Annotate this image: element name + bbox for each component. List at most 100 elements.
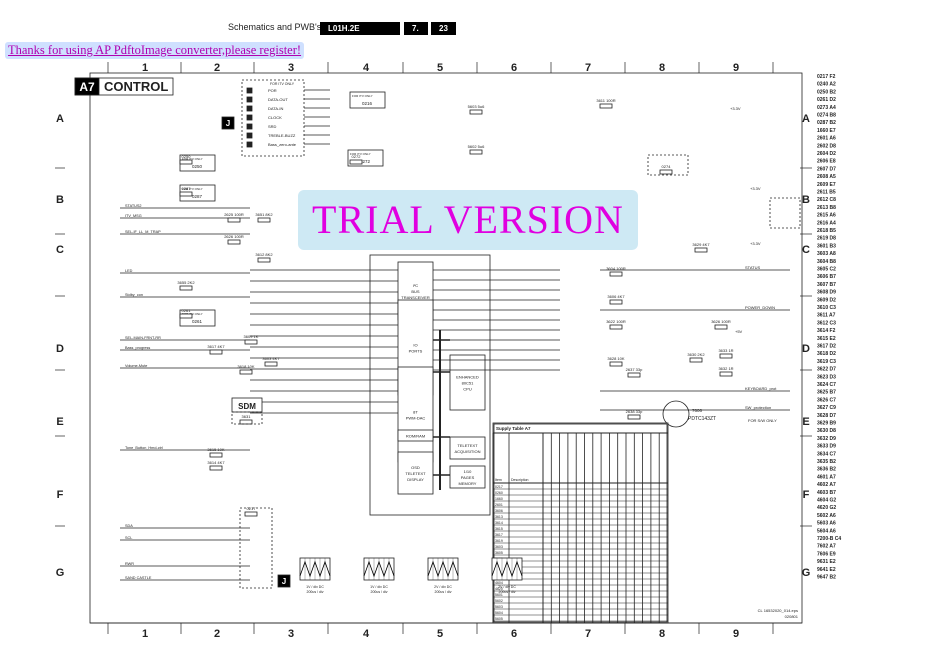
reference-item: 3619 C3	[817, 359, 836, 365]
reference-item: 2604 D2	[817, 151, 836, 157]
pin	[246, 132, 253, 139]
left-signal-label: ITV_MSG	[125, 214, 142, 218]
resistor	[179, 313, 193, 319]
resistor	[609, 324, 623, 330]
row-label-right-C: C	[802, 244, 810, 256]
reference-item: 0274 B8	[817, 113, 836, 119]
reference-item: 0250 B2	[817, 89, 836, 95]
reference-item: 3633 D9	[817, 444, 836, 450]
row-label-F: F	[57, 489, 64, 501]
reference-item: 3615 E2	[817, 336, 836, 342]
reference-item: 1660 E7	[817, 128, 836, 134]
left-signal-label: Stdby_con	[125, 293, 143, 297]
column-label-3: 3	[288, 62, 294, 74]
block-label: TRANSCEIVER	[401, 295, 430, 300]
pin	[246, 87, 253, 94]
reference-item: 2618 B5	[817, 228, 836, 234]
component-label: 3655 2K2	[177, 280, 195, 285]
table-row-item: 3605	[495, 551, 503, 555]
row-label-right-E: E	[802, 416, 809, 428]
column-label-bottom-9: 9	[733, 628, 739, 640]
reference-item: 5604 A6	[817, 528, 836, 534]
part-label: 0287	[192, 194, 203, 199]
connector-0217	[239, 507, 273, 589]
resistor	[609, 271, 623, 277]
block-label: CPU	[463, 387, 472, 392]
column-label-bottom-3: 3	[288, 628, 294, 640]
reference-item: 2608 A5	[817, 174, 836, 180]
reference-item: 3630 D8	[817, 428, 836, 434]
component-label: 5602 5u6	[468, 144, 485, 149]
resistor	[179, 159, 193, 165]
pin	[246, 96, 253, 103]
footer-date: 020801	[785, 614, 799, 619]
component-label: 3618 10K	[237, 364, 254, 369]
left-signal-label: Tone_Button_Hmd-ctrl	[125, 446, 163, 450]
connector-signal-label: POR	[268, 88, 277, 93]
component-label: 3612 8K2	[255, 252, 273, 257]
reference-item: 0287 B2	[817, 120, 836, 126]
scope-label: 200us / div	[307, 590, 324, 594]
connector-signal-label: DATA-OUT	[268, 97, 288, 102]
reference-item: 3618 D2	[817, 351, 836, 357]
component-label: 2637 33p	[626, 367, 643, 372]
transistor-type: PDTC143ZT	[688, 416, 716, 422]
row-label-G: G	[56, 567, 65, 579]
table-row-item: 5602	[495, 599, 503, 603]
reference-item: 3612 C3	[817, 320, 836, 326]
resistor	[227, 239, 241, 245]
table-title: Supply Table A7	[496, 426, 531, 431]
component-label: 3651 8K2	[255, 212, 273, 217]
component-label: 0274	[662, 164, 672, 169]
resistor	[609, 299, 623, 305]
connector-signal-label: DATA-IN	[268, 106, 284, 111]
component-label: 3606 4K7	[607, 294, 625, 299]
connector-signal-label: SRD	[268, 124, 277, 129]
reference-item: 3611 A7	[817, 313, 836, 319]
reference-item: 0261 D2	[817, 97, 836, 103]
resistor	[689, 357, 703, 363]
reference-item: 3624 C7	[817, 382, 836, 388]
scope-label: 1V / div DC	[306, 585, 324, 589]
left-signal-label: SCL	[125, 536, 132, 540]
resistor	[209, 349, 223, 355]
reference-item: 2602 D8	[817, 143, 836, 149]
block-label: DISPLAY	[407, 477, 424, 482]
component-label: 0217	[247, 506, 257, 511]
scope-label: 200us / div	[499, 590, 516, 594]
left-signal-label: LED	[125, 269, 133, 273]
table-header-item: Item	[495, 478, 502, 482]
reference-item: 3617 D2	[817, 344, 836, 350]
component-label: 0250	[182, 154, 192, 159]
block-pwm-dac	[397, 366, 434, 463]
reference-item: 2601 A6	[817, 136, 836, 142]
resistor	[244, 339, 258, 345]
block-label: PWM-DAC	[406, 416, 426, 421]
reference-item: 4620 G2	[817, 505, 836, 511]
component-label: 3615 10K	[207, 447, 224, 452]
reference-item: 7200-B C4	[817, 536, 841, 542]
jumper-label: J	[226, 119, 230, 128]
reference-item: 0240 A2	[817, 82, 836, 88]
jumper-label: J	[282, 577, 286, 586]
supply-label: +3.3V	[750, 241, 761, 246]
column-label-bottom-6: 6	[511, 628, 517, 640]
left-signal-label: Volume-Mute	[125, 364, 147, 368]
row-label-right-B: B	[802, 194, 810, 206]
block-label: OSD	[411, 465, 420, 470]
reference-item: 3632 D9	[817, 436, 836, 442]
block-label: 80C51	[462, 381, 475, 386]
table-row-item: 3619	[495, 539, 503, 543]
column-label-bottom-5: 5	[437, 628, 443, 640]
resistor	[244, 511, 258, 517]
reference-item: 2616 A4	[817, 220, 836, 226]
column-label-bottom-4: 4	[363, 628, 370, 640]
component-label: 3603 4K7	[262, 356, 280, 361]
reference-item: 3614 F2	[817, 328, 836, 334]
table-row-item: 3617	[495, 533, 503, 537]
table-row-item: 5605	[495, 617, 503, 621]
component-label: 3631	[242, 414, 252, 419]
row-label-A: A	[56, 113, 64, 125]
component-label: 3622 100R	[606, 319, 626, 324]
scope-label: 2V / div DC	[434, 585, 452, 589]
